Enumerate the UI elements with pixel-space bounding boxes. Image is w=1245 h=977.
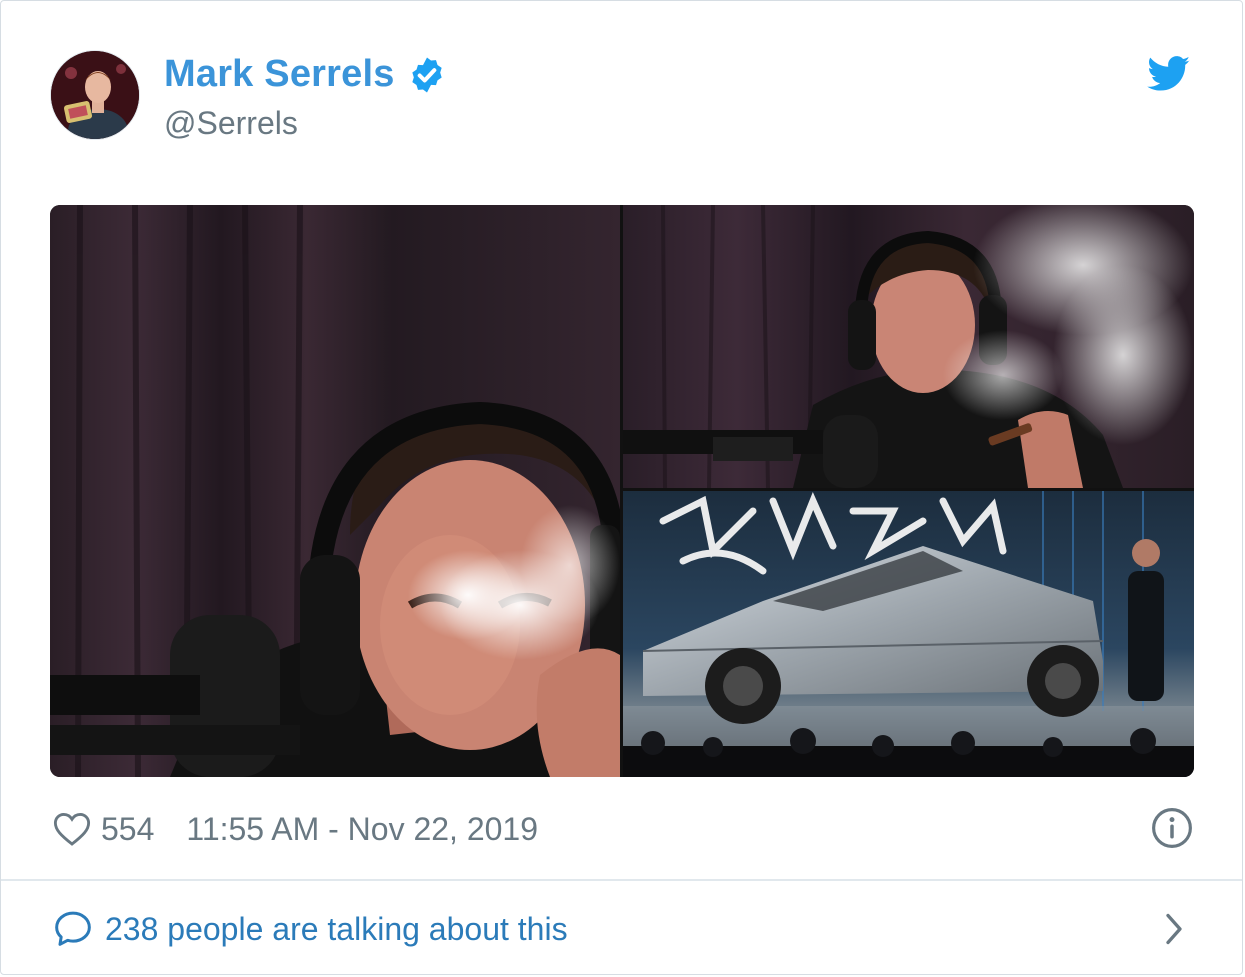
author-avatar[interactable] bbox=[50, 50, 140, 140]
tweet-timestamp[interactable]: 11:55 AM - Nov 22, 2019 bbox=[186, 811, 538, 848]
chevron-right-icon[interactable] bbox=[1161, 911, 1187, 947]
photo-cybertruck-reveal[interactable] bbox=[623, 491, 1194, 777]
tweet-media-grid bbox=[50, 205, 1194, 777]
avatar-image bbox=[51, 51, 139, 139]
twitter-bird-icon[interactable] bbox=[1147, 56, 1191, 92]
footer-divider bbox=[1, 879, 1242, 881]
author-name-link[interactable]: Mark Serrels bbox=[164, 53, 447, 96]
conversation-text[interactable]: 238 people are talking about this bbox=[105, 911, 568, 948]
photo-podcast-cigar[interactable] bbox=[623, 205, 1194, 488]
tweet-card: Mark Serrels @Serrels 554 11:55 AM - Nov… bbox=[0, 0, 1243, 975]
info-icon[interactable] bbox=[1151, 807, 1193, 849]
author-handle[interactable]: @Serrels bbox=[164, 105, 298, 142]
author-name[interactable]: Mark Serrels bbox=[164, 53, 395, 96]
photo-podcast-cigar-image bbox=[623, 205, 1194, 488]
photo-cybertruck-reveal-image bbox=[623, 491, 1194, 777]
comment-bubble-icon bbox=[55, 911, 91, 946]
like-button[interactable]: 554 bbox=[53, 811, 154, 848]
conversation-link[interactable]: 238 people are talking about this bbox=[53, 905, 568, 953]
like-count: 554 bbox=[101, 810, 155, 847]
heart-icon bbox=[53, 813, 91, 846]
photo-smoking-podcast[interactable] bbox=[50, 205, 620, 777]
tweet-footer: 554 11:55 AM - Nov 22, 2019 bbox=[53, 807, 538, 851]
photo-smoking-podcast-image bbox=[50, 205, 620, 777]
verified-badge-icon bbox=[411, 57, 442, 92]
